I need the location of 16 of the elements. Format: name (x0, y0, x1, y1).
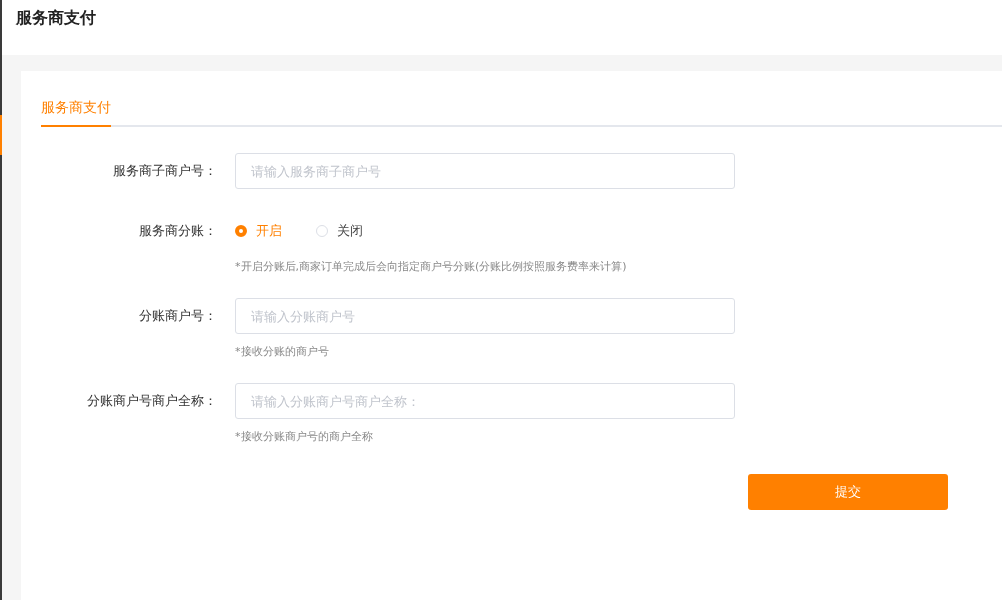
radio-option[interactable]: 开启 (235, 222, 282, 240)
radio-option[interactable]: 关闭 (316, 222, 363, 240)
hint-text: *接收分账的商户号 (235, 344, 330, 359)
field-label: 分账商户号： (138, 307, 217, 325)
field-label: 服务商子商户号： (112, 162, 217, 180)
tab[interactable]: 服务商支付 (41, 99, 111, 127)
hint-text: *接收分账商户号的商户全称 (235, 429, 374, 444)
field-label: 服务商分账： (138, 222, 217, 240)
input-field[interactable]: 请输入分账商户号 (235, 298, 735, 334)
page-title: 服务商支付 (16, 8, 96, 27)
sidebar-marker (0, 115, 2, 155)
hint-text: *开启分账后,商家订单完成后会向指定商户号分账(分账比例按照服务费率来计算) (235, 259, 628, 274)
field-label: 分账商户号商户全称： (86, 392, 217, 410)
input-field[interactable]: 请输入分账商户号商户全称： (235, 383, 735, 419)
input-field[interactable]: 请输入服务商子商户号 (235, 153, 735, 189)
submit-button[interactable]: 提交 (748, 474, 948, 510)
